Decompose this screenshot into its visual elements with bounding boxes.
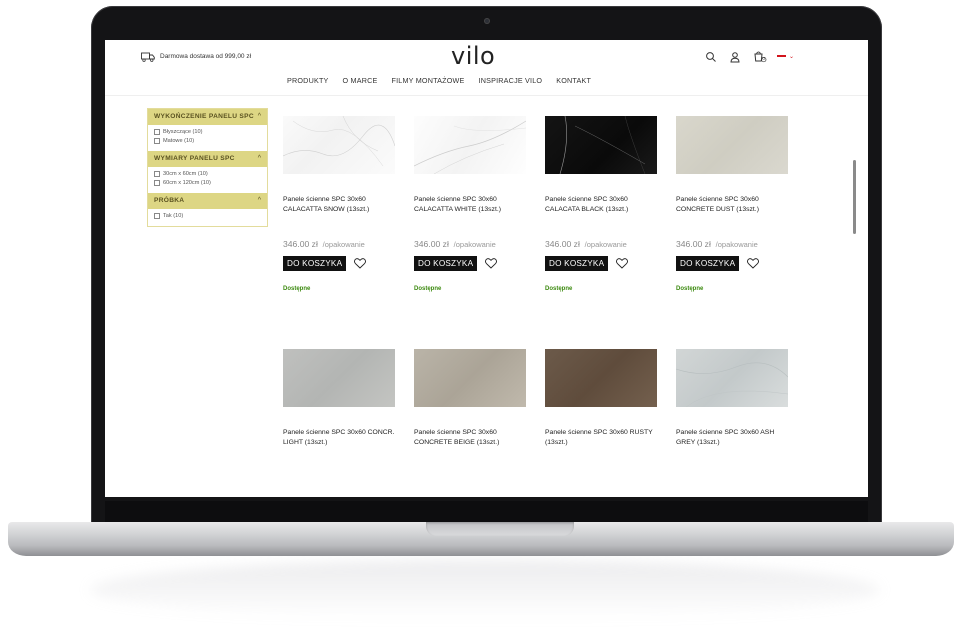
product-name[interactable]: Panele ścienne SPC 30x60 CONCR. LIGHT (1… xyxy=(283,428,395,448)
filter-options: Tak (10) xyxy=(148,209,267,226)
product-image[interactable] xyxy=(282,115,396,174)
product-image[interactable] xyxy=(413,116,527,175)
price-unit: /opakowanie xyxy=(322,240,365,249)
product-image[interactable] xyxy=(283,349,395,407)
cart-row: DO KOSZYKA xyxy=(283,256,367,271)
product-image[interactable] xyxy=(545,115,657,175)
cart-row: DO KOSZYKA xyxy=(545,256,629,271)
product-name[interactable]: Panele ścienne SPC 30x60 CONCRETE DUST (… xyxy=(676,195,788,215)
cart-row: DO KOSZYKA xyxy=(676,256,760,271)
product-image[interactable] xyxy=(414,349,526,407)
header-icons: 0 ⌄ xyxy=(705,50,794,63)
availability-status: Dostępne xyxy=(545,286,573,292)
nav-item-produkty[interactable]: PRODUKTY xyxy=(287,76,329,85)
filter-option-60x120[interactable]: 60cm x 120cm (10) xyxy=(154,180,261,186)
heart-icon[interactable] xyxy=(616,258,629,269)
browser-screen: Darmowa dostawa od 999,00 zł vilo PRODUK… xyxy=(105,40,868,497)
price-value: 346.00 zł xyxy=(545,239,580,249)
option-label: Tak (10) xyxy=(163,213,184,219)
filter-options: 30cm x 60cm (10) 60cm x 120cm (10) xyxy=(148,167,267,193)
scrollbar[interactable] xyxy=(853,160,856,234)
product-name[interactable]: Panele ścienne SPC 30x60 ASH GREY (13szt… xyxy=(676,428,788,448)
add-to-cart-button[interactable]: DO KOSZYKA xyxy=(283,256,347,271)
product-name[interactable]: Panele ścienne SPC 30x60 RUSTY (13szt.) xyxy=(545,428,657,448)
product-image[interactable] xyxy=(545,349,657,407)
filter-option-tak[interactable]: Tak (10) xyxy=(154,213,261,219)
product-price: 346.00 zł /opakowanie xyxy=(545,239,627,249)
filter-option-blyszczace[interactable]: Błyszczące (10) xyxy=(154,129,261,135)
site-header: Darmowa dostawa od 999,00 zł vilo PRODUK… xyxy=(105,40,868,96)
checkbox[interactable] xyxy=(154,171,160,177)
option-label: 60cm x 120cm (10) xyxy=(163,180,211,186)
filter-header-probka[interactable]: PRÓBKA ^ xyxy=(148,193,267,209)
product-price: 346.00 zł /opakowanie xyxy=(414,239,496,249)
add-to-cart-button[interactable]: DO KOSZYKA xyxy=(545,256,609,271)
user-icon[interactable] xyxy=(729,50,741,63)
laptop-reflection xyxy=(90,560,880,620)
product-image[interactable] xyxy=(676,116,788,174)
price-value: 346.00 zł xyxy=(676,239,711,249)
price-unit: /opakowanie xyxy=(453,240,496,249)
heart-icon[interactable] xyxy=(747,258,760,269)
price-unit: /opakowanie xyxy=(715,240,758,249)
price-unit: /opakowanie xyxy=(584,240,627,249)
chevron-up-icon: ^ xyxy=(257,113,261,120)
filter-header-wykonczenie[interactable]: WYKOŃCZENIE PANELU SPC ^ xyxy=(148,109,267,125)
flag-pl-icon xyxy=(777,54,786,58)
availability-status: Dostępne xyxy=(283,286,311,292)
site-logo[interactable]: vilo xyxy=(451,42,495,70)
truck-icon xyxy=(141,52,155,62)
checkbox[interactable] xyxy=(154,129,160,135)
cart-row: DO KOSZYKA xyxy=(414,256,498,271)
filter-option-matowe[interactable]: Matowe (10) xyxy=(154,138,261,144)
language-selector[interactable]: ⌄ xyxy=(777,53,794,60)
availability-status: Dostępne xyxy=(414,286,442,292)
nav-item-inspiracje-vilo[interactable]: INSPIRACJE VILO xyxy=(479,76,543,85)
filter-sidebar: WYKOŃCZENIE PANELU SPC ^ Błyszczące (10)… xyxy=(147,108,268,227)
shipping-text: Darmowa dostawa od 999,00 zł xyxy=(160,53,252,60)
product-name[interactable]: Panele ścienne SPC 30x60 CALACATA BLACK … xyxy=(545,195,657,215)
add-to-cart-button[interactable]: DO KOSZYKA xyxy=(414,256,478,271)
product-name[interactable]: Panele ścienne SPC 30x60 CALACATTA SNOW … xyxy=(283,195,395,215)
filter-title: PRÓBKA xyxy=(154,197,185,204)
product-name[interactable]: Panele ścienne SPC 30x60 CALACATTA WHITE… xyxy=(414,195,526,215)
product-price: 346.00 zł /opakowanie xyxy=(676,239,758,249)
filter-options: Błyszczące (10) Matowe (10) xyxy=(148,125,267,151)
nav-item-o-marce[interactable]: O MARCE xyxy=(343,76,378,85)
chevron-up-icon: ^ xyxy=(257,197,261,204)
product-name[interactable]: Panele ścienne SPC 30x60 CONCRETE BEIGE … xyxy=(414,428,526,448)
product-price: 346.00 zł /opakowanie xyxy=(283,239,365,249)
filter-option-30x60[interactable]: 30cm x 60cm (10) xyxy=(154,171,261,177)
price-value: 346.00 zł xyxy=(283,239,318,249)
checkbox[interactable] xyxy=(154,138,160,144)
main-nav: PRODUKTY O MARCE FILMY MONTAŻOWE INSPIRA… xyxy=(287,76,605,85)
nav-item-filmy-montazowe[interactable]: FILMY MONTAŻOWE xyxy=(392,76,465,85)
heart-icon[interactable] xyxy=(485,258,498,269)
laptop-notch xyxy=(426,522,574,536)
cart-count-badge: 0 xyxy=(762,56,765,62)
product-image[interactable] xyxy=(675,349,789,408)
chevron-up-icon: ^ xyxy=(257,155,261,162)
chevron-down-icon: ⌄ xyxy=(789,53,795,60)
search-icon[interactable] xyxy=(705,50,717,62)
add-to-cart-button[interactable]: DO KOSZYKA xyxy=(676,256,740,271)
filter-title: WYKOŃCZENIE PANELU SPC xyxy=(154,113,254,120)
nav-item-kontakt[interactable]: KONTAKT xyxy=(556,76,591,85)
option-label: Błyszczące (10) xyxy=(163,129,203,135)
laptop-lid: Darmowa dostawa od 999,00 zł vilo PRODUK… xyxy=(91,6,882,530)
filter-title: WYMIARY PANELU SPC xyxy=(154,155,235,162)
camera-icon xyxy=(484,18,490,24)
laptop-lid-bottom xyxy=(105,501,868,523)
checkbox[interactable] xyxy=(154,180,160,186)
free-shipping-notice: Darmowa dostawa od 999,00 zł xyxy=(141,52,252,62)
heart-icon[interactable] xyxy=(354,258,367,269)
option-label: 30cm x 60cm (10) xyxy=(163,171,208,177)
cart-icon[interactable]: 0 xyxy=(753,50,767,63)
filter-header-wymiary[interactable]: WYMIARY PANELU SPC ^ xyxy=(148,151,267,167)
option-label: Matowe (10) xyxy=(163,138,195,144)
checkbox[interactable] xyxy=(154,213,160,219)
laptop-base xyxy=(8,522,954,556)
availability-status: Dostępne xyxy=(676,286,704,292)
price-value: 346.00 zł xyxy=(414,239,449,249)
